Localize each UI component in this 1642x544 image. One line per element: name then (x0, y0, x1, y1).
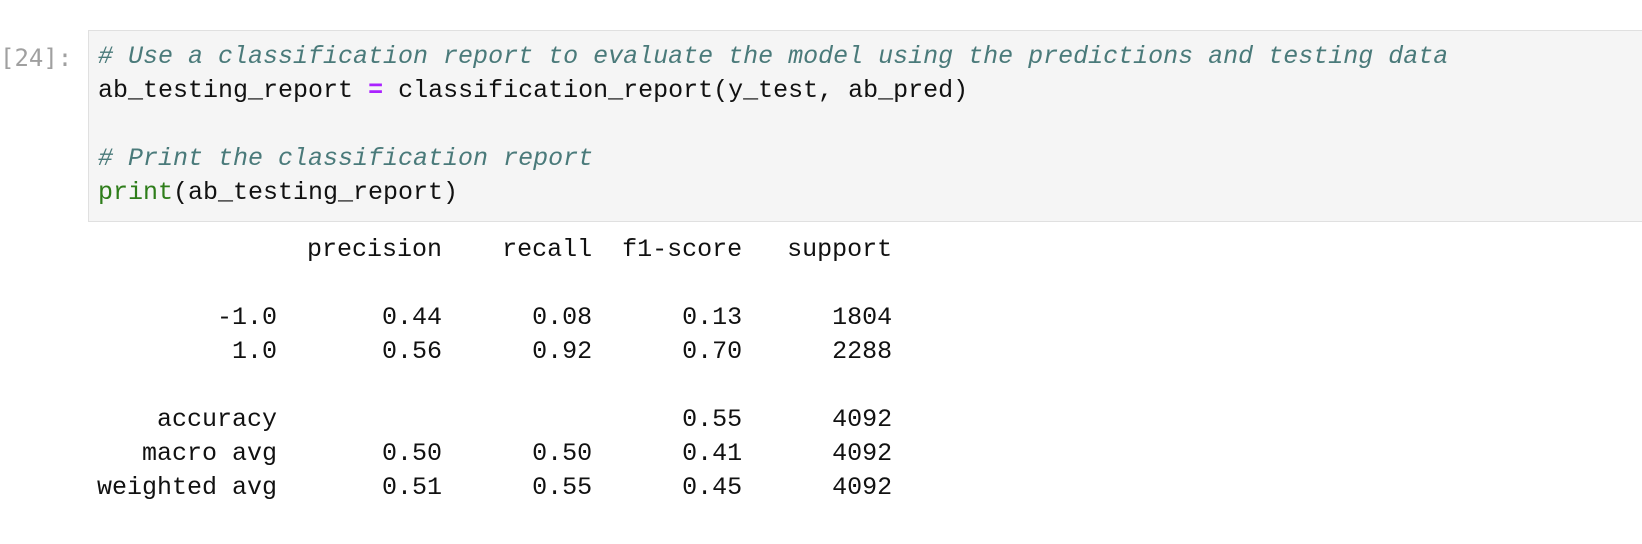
report-row: weighted avg 0.51 0.55 0.45 4092 (97, 473, 893, 502)
code-line-1: # Use a classification report to evaluat… (98, 40, 1448, 74)
report-row: -1.0 0.44 0.08 0.13 1804 (97, 303, 893, 332)
code-operator: = (368, 76, 384, 105)
code-editor[interactable]: # Use a classification report to evaluat… (98, 40, 1448, 210)
code-comment: # Use a classification report to evaluat… (98, 42, 1449, 71)
report-row: macro avg 0.50 0.50 0.41 4092 (97, 439, 893, 468)
report-header: precision recall f1-score support (97, 235, 893, 264)
report-row: accuracy 0.55 4092 (97, 405, 893, 434)
code-line-5: print(ab_testing_report) (98, 176, 1448, 210)
cell-output: precision recall f1-score support -1.0 0… (97, 233, 892, 505)
code-variable: ab_testing_report (98, 76, 354, 105)
code-builtin: print (98, 178, 174, 207)
code-cell-input[interactable]: # Use a classification report to evaluat… (88, 30, 1642, 222)
code-line-2: ab_testing_report = classification_repor… (98, 74, 1448, 108)
code-args: (ab_testing_report) (173, 178, 459, 207)
code-call: classification_report(y_test, ab_pred) (398, 76, 969, 105)
code-line-4: # Print the classification report (98, 142, 1448, 176)
report-row: 1.0 0.56 0.92 0.70 2288 (97, 337, 893, 366)
code-comment: # Print the classification report (98, 144, 594, 173)
cell-prompt: [24]: (0, 44, 73, 72)
